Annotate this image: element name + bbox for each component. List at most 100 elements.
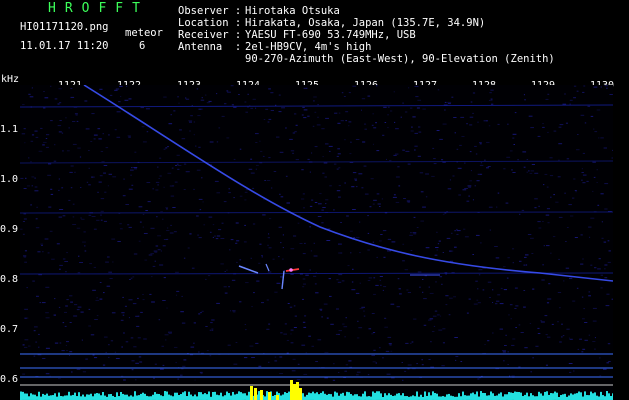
noise-dot (226, 90, 229, 92)
noise-dot (183, 189, 186, 190)
noise-dot (384, 317, 387, 319)
noise-dot (226, 137, 230, 139)
noise-dot (470, 170, 472, 172)
baseline-bar (386, 395, 388, 400)
noise-dot (545, 334, 548, 336)
baseline-bar (508, 392, 510, 400)
noise-dot (468, 186, 472, 188)
noise-dot (301, 344, 306, 346)
noise-dot (512, 137, 515, 139)
noise-dot (569, 103, 571, 105)
noise-dot (482, 289, 485, 291)
noise-dot (109, 94, 113, 96)
noise-dot (322, 172, 325, 174)
baseline-bar (42, 393, 44, 400)
noise-dot (418, 131, 422, 133)
noise-dot (559, 307, 561, 309)
noise-dot (416, 363, 418, 365)
noise-dot (100, 151, 104, 152)
noise-dot (178, 102, 180, 104)
noise-dot (119, 228, 123, 230)
baseline-bar (462, 391, 464, 400)
noise-dot (309, 171, 311, 173)
baseline-bar (38, 391, 40, 400)
noise-dot (59, 268, 61, 270)
noise-dot (150, 227, 155, 229)
noise-dot (442, 328, 446, 330)
filename: HI01171120.png (20, 21, 109, 33)
noise-dot (532, 357, 534, 359)
baseline-bar (376, 391, 378, 400)
noise-dot (364, 128, 367, 130)
noise-dot (534, 207, 537, 209)
noise-dot (383, 286, 387, 288)
noise-dot (316, 124, 321, 126)
noise-dot (546, 208, 550, 210)
noise-dot (209, 141, 214, 143)
baseline-bar (402, 393, 404, 400)
noise-dot (407, 364, 412, 366)
noise-dot (62, 322, 65, 324)
baseline-bar (606, 391, 608, 400)
noise-dot (151, 276, 153, 278)
baseline-bar (488, 395, 490, 400)
noise-dot (388, 343, 392, 345)
noise-dot (196, 88, 199, 90)
noise-dot (221, 115, 225, 117)
noise-dot (477, 288, 479, 290)
noise-dot (524, 99, 526, 101)
noise-dot (100, 214, 102, 216)
noise-dot (523, 166, 526, 168)
noise-dot (492, 332, 494, 334)
noise-dot (170, 224, 172, 226)
noise-dot (321, 209, 324, 211)
noise-dot (112, 176, 117, 178)
noise-dot (74, 171, 76, 173)
baseline-bar (418, 396, 420, 400)
noise-dot (552, 236, 556, 238)
noise-dot (367, 249, 370, 251)
noise-dot (209, 231, 212, 233)
noise-dot (302, 253, 306, 255)
y-tick-6: 0.6 (0, 374, 19, 385)
baseline-bar (162, 396, 164, 400)
noise-dot (98, 138, 102, 140)
noise-dot (337, 122, 341, 124)
baseline-bar (584, 391, 586, 400)
noise-dot (351, 289, 356, 291)
noise-dot (280, 332, 283, 334)
noise-dot (377, 203, 381, 205)
noise-dot (317, 104, 319, 106)
noise-dot (356, 374, 359, 376)
peak-bar (250, 386, 253, 400)
noise-dot (145, 210, 148, 211)
noise-dot (255, 142, 258, 143)
noise-dot (409, 107, 413, 109)
noise-dot (119, 223, 122, 225)
noise-dot (418, 126, 421, 128)
noise-dot (193, 188, 195, 190)
noise-dot (509, 304, 513, 306)
noise-dot (54, 98, 58, 100)
noise-dot (590, 264, 593, 266)
noise-dot (528, 115, 533, 117)
noise-dot (542, 264, 544, 266)
noise-dot (185, 98, 190, 100)
noise-dot (162, 364, 165, 366)
noise-dot (329, 185, 332, 187)
baseline-bar (600, 391, 602, 400)
noise-dot (314, 283, 317, 285)
noise-dot (491, 99, 493, 101)
noise-dot (274, 360, 278, 362)
baseline-bar (94, 393, 96, 400)
noise-dot (423, 298, 427, 300)
noise-dot (226, 269, 228, 271)
noise-dot (74, 304, 78, 306)
baseline-bar (152, 394, 154, 400)
noise-dot (503, 289, 507, 291)
noise-dot (607, 343, 611, 345)
baseline-bar (330, 394, 332, 400)
noise-dot (146, 182, 151, 183)
noise-dot (409, 342, 412, 344)
baseline-bar (24, 393, 26, 400)
